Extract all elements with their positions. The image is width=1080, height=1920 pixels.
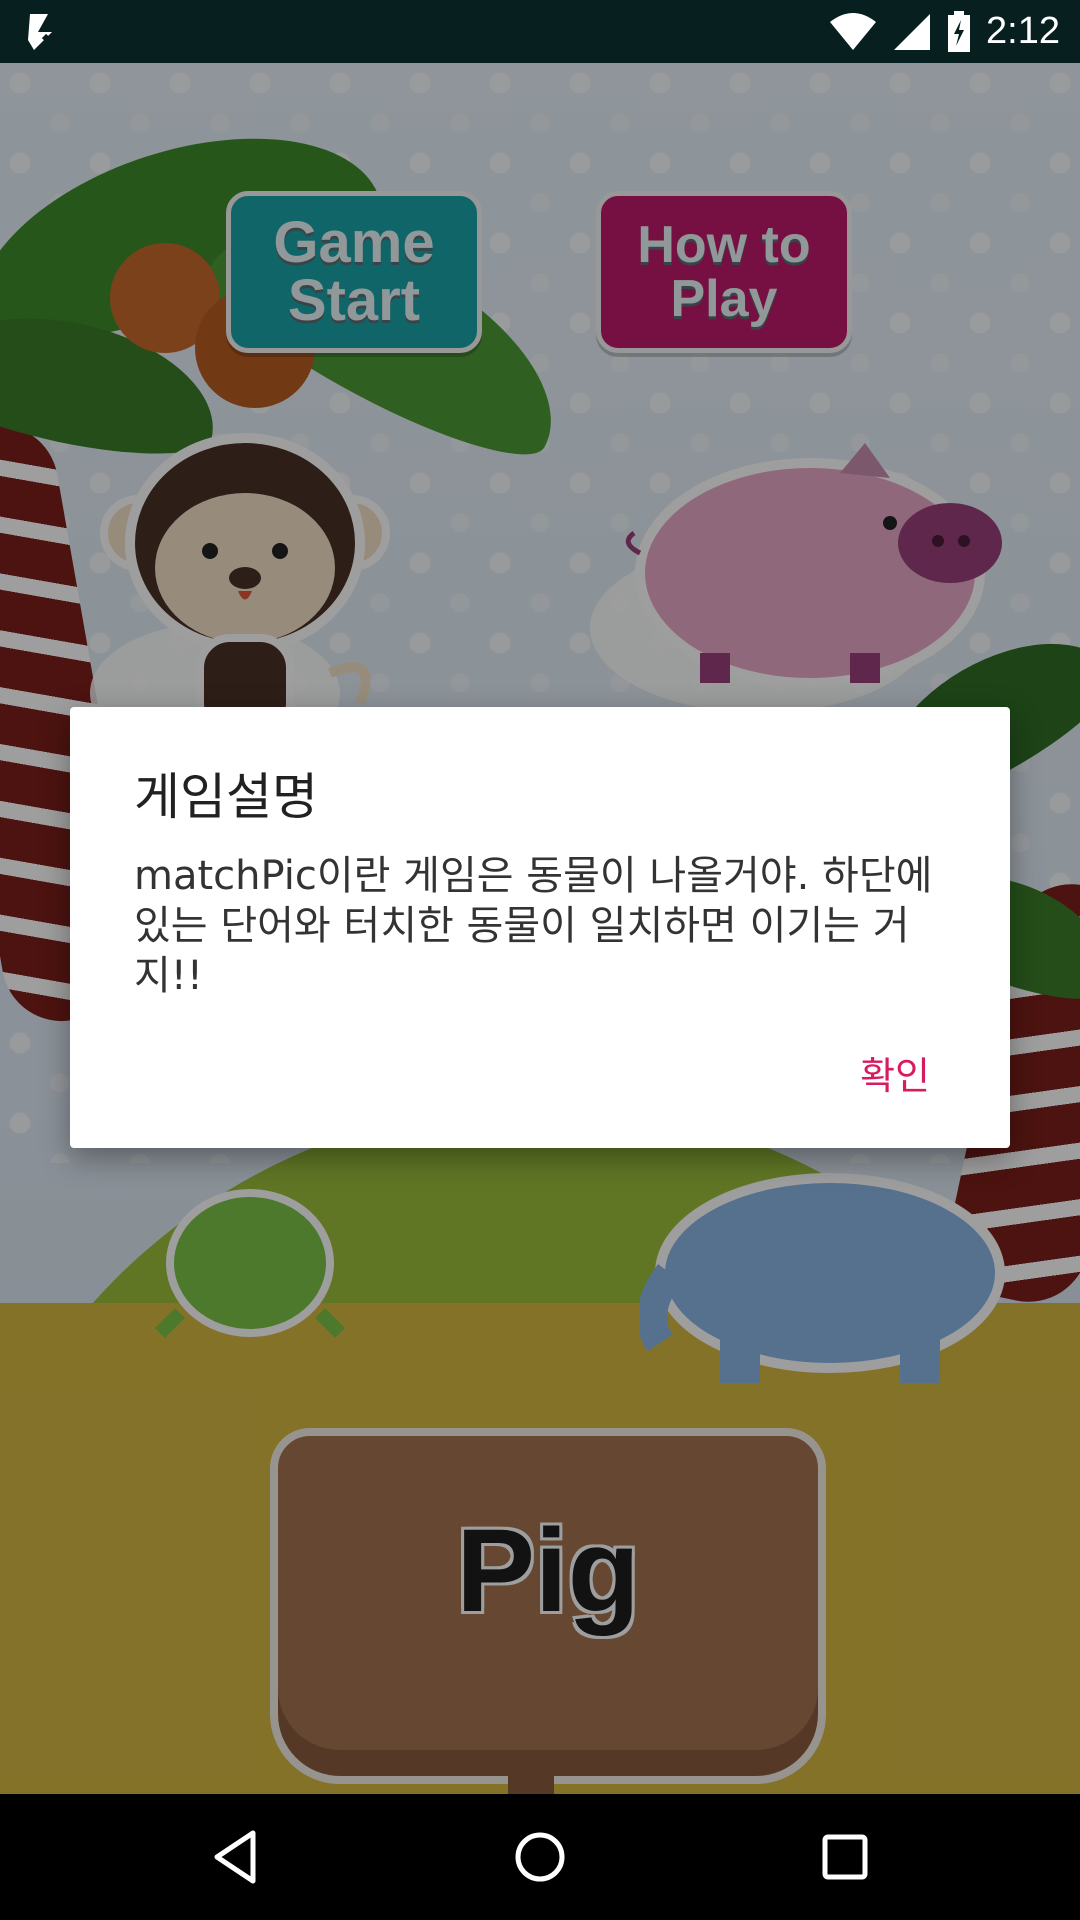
battery-charging-icon <box>948 10 971 52</box>
dialog-message: matchPic이란 게임은 동물이 나올거야. 하단에 있는 단어와 터치한 … <box>134 853 933 999</box>
navigation-bar <box>0 1794 1080 1920</box>
back-icon <box>214 1830 256 1884</box>
wifi-icon <box>830 12 877 50</box>
status-bar: 2:12 <box>0 0 1080 63</box>
back-button[interactable] <box>200 1822 270 1892</box>
recents-icon <box>822 1834 868 1880</box>
home-icon <box>515 1832 565 1882</box>
notification-check-icon <box>28 14 73 50</box>
recents-button[interactable] <box>810 1822 880 1892</box>
confirm-button[interactable]: 확인 <box>860 1045 930 1100</box>
status-icons: 2:12 <box>828 0 1060 63</box>
instructions-dialog: 게임설명 matchPic이란 게임은 동물이 나올거야. 하단에 있는 단어와… <box>70 707 1010 1148</box>
home-button[interactable] <box>505 1822 575 1892</box>
status-time: 2:12 <box>986 10 1060 52</box>
dialog-title: 게임설명 <box>134 768 318 826</box>
cell-signal-icon <box>894 13 931 50</box>
